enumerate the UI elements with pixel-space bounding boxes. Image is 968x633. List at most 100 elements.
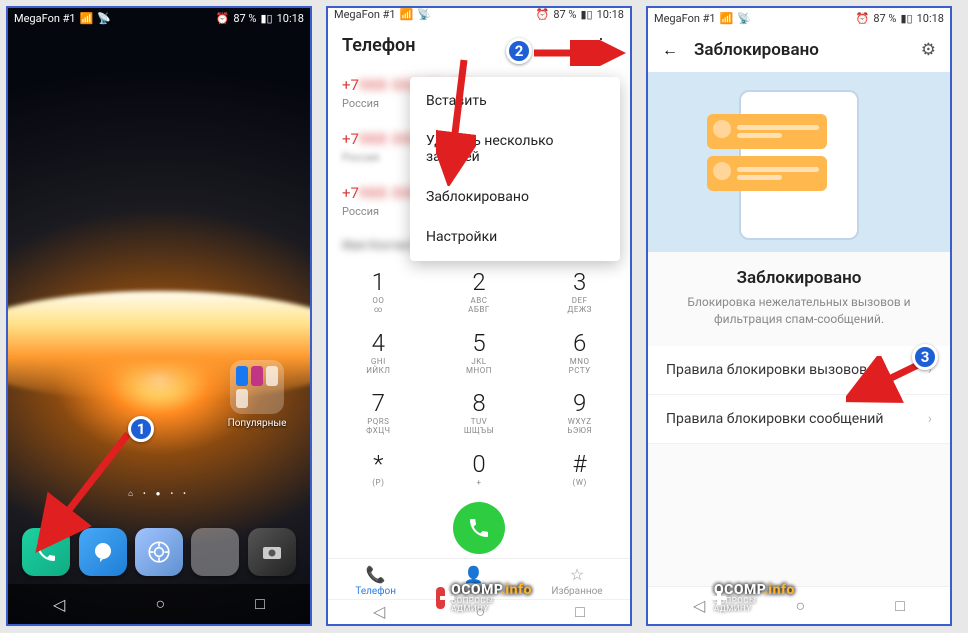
blocked-title: Заблокировано <box>694 40 905 60</box>
key-subtext: GHI ИЙКЛ <box>328 358 429 376</box>
dial-key-9[interactable]: 9WXYZ ЬЭЮЯ <box>529 383 630 444</box>
key-number: 7 <box>328 389 429 417</box>
nav-recent[interactable]: □ <box>255 594 265 614</box>
browser-app-icon[interactable] <box>135 528 183 576</box>
folder-label: Популярные <box>226 418 288 429</box>
wifi-icon: 📡 <box>737 12 751 25</box>
call-prefix: +7 <box>342 184 359 202</box>
call-prefix: +7 <box>342 76 359 94</box>
call-location: Россия <box>342 205 379 218</box>
key-number: 8 <box>429 389 530 417</box>
wifi-icon: 📡 <box>97 12 111 25</box>
step-badge-1: 1 <box>128 416 154 442</box>
google-folder-icon[interactable] <box>191 528 239 576</box>
clock-label: 10:18 <box>597 8 624 21</box>
menu-item-delete[interactable]: Удалить несколько записей <box>410 121 620 177</box>
dial-key-*[interactable]: *(P) <box>328 444 429 496</box>
home-wallpaper: MegaFon #1 📶 📡 ⏰ 87 % ▮▯ 10:18 Популярны… <box>8 8 310 624</box>
nav-back[interactable]: ◁ <box>693 596 705 615</box>
screen-blocked: MegaFon #1 📶 📡 ⏰ 87 % ▮▯ 10:18 ← Заблоки… <box>646 6 952 626</box>
rule-label: Правила блокировки сообщений <box>666 411 883 427</box>
tab-phone[interactable]: 📞 Телефон <box>355 565 396 597</box>
overflow-menu-icon[interactable]: ⋮ <box>586 31 616 60</box>
dial-key-3[interactable]: 3DEF ДЕЖЗ <box>529 262 630 323</box>
screen-dialer: MegaFon #1 📶 📡 ⏰ 87 % ▮▯ 10:18 Телефон ⋮… <box>326 6 632 626</box>
dial-key-8[interactable]: 8TUV ШЩЪЫ <box>429 383 530 444</box>
signal-icon: 📶 <box>400 8 414 21</box>
nav-home[interactable]: ○ <box>155 594 165 614</box>
nav-recent[interactable]: □ <box>895 596 905 616</box>
key-subtext: DEF ДЕЖЗ <box>529 297 630 315</box>
dial-key-1[interactable]: 1ОО ∞ <box>328 262 429 323</box>
page-indicator: ⌂ • ● • • <box>8 489 310 498</box>
messages-app-icon[interactable] <box>79 528 127 576</box>
rule-label: Правила блокировки вызовов <box>666 362 867 378</box>
carrier-label: MegaFon #1 <box>14 12 76 25</box>
alarm-icon: ⏰ <box>856 12 870 25</box>
back-icon[interactable]: ← <box>662 40 678 60</box>
key-number: 1 <box>328 268 429 296</box>
tab-label: Избранное <box>551 586 602 597</box>
carrier-label: MegaFon #1 <box>334 8 396 21</box>
phone-app-icon[interactable] <box>22 528 70 576</box>
status-bar: MegaFon #1 📶 📡 ⏰ 87 % ▮▯ 10:18 <box>648 8 950 28</box>
tab-contacts[interactable]: 👤 Контакты <box>451 565 497 597</box>
dial-key-7[interactable]: 7PQRS ФХЦЧ <box>328 383 429 444</box>
nav-bar: ◁ ○ □ <box>8 584 310 624</box>
dial-key-2[interactable]: 2ABC АБВГ <box>429 262 530 323</box>
folder-popular[interactable]: Популярные <box>226 360 288 429</box>
nav-home[interactable]: ○ <box>475 602 485 622</box>
tab-favorites[interactable]: ☆Избранное <box>551 565 602 597</box>
nav-back[interactable]: ◁ <box>53 595 65 614</box>
rule-call-blocking[interactable]: Правила блокировки вызовов › <box>648 346 950 395</box>
call-location: Россия <box>342 97 379 110</box>
camera-app-icon[interactable] <box>248 528 296 576</box>
key-number: 0 <box>429 450 530 478</box>
blocked-heading: Заблокировано <box>648 252 950 294</box>
carrier-label: MegaFon #1 <box>654 12 716 25</box>
dock <box>8 528 310 576</box>
contacts-tab-icon: 👤 <box>451 565 497 584</box>
gear-icon[interactable]: ⚙ <box>921 40 936 60</box>
menu-item-settings[interactable]: Настройки <box>410 217 620 257</box>
nav-bar: ◁ ○ □ <box>648 586 950 624</box>
key-subtext: WXYZ ЬЭЮЯ <box>529 418 630 436</box>
tab-label: Телефон <box>355 586 396 597</box>
key-subtext: TUV ШЩЪЫ <box>429 418 530 436</box>
key-number: 2 <box>429 268 530 296</box>
key-subtext: + <box>429 479 530 488</box>
phone-tab-icon: 📞 <box>355 565 396 584</box>
key-number: 3 <box>529 268 630 296</box>
key-subtext: (W) <box>529 479 630 488</box>
dial-key-5[interactable]: 5JKL МНОП <box>429 323 530 384</box>
step-badge-3: 3 <box>912 344 938 370</box>
key-number: 4 <box>328 329 429 357</box>
clock-label: 10:18 <box>917 12 944 25</box>
nav-home[interactable]: ○ <box>795 596 805 616</box>
dial-key-6[interactable]: 6MNO РСТУ <box>529 323 630 384</box>
nav-recent[interactable]: □ <box>575 602 585 622</box>
battery-label: 87 % <box>553 8 576 21</box>
menu-item-paste[interactable]: Вставить <box>410 81 620 121</box>
battery-icon: ▮▯ <box>900 12 912 25</box>
key-subtext: MNO РСТУ <box>529 358 630 376</box>
dial-key-0[interactable]: 0+ <box>429 444 530 496</box>
call-prefix: +7 <box>342 130 359 148</box>
key-subtext: JKL МНОП <box>429 358 530 376</box>
clock-label: 10:18 <box>277 12 304 25</box>
overflow-menu: Вставить Удалить несколько записей Забло… <box>410 77 620 261</box>
key-number: 6 <box>529 329 630 357</box>
menu-item-blocked[interactable]: Заблокировано <box>410 177 620 217</box>
key-number: 9 <box>529 389 630 417</box>
screen-home: MegaFon #1 📶 📡 ⏰ 87 % ▮▯ 10:18 Популярны… <box>6 6 312 626</box>
battery-icon: ▮▯ <box>260 12 272 25</box>
nav-back[interactable]: ◁ <box>373 602 385 621</box>
dial-key-4[interactable]: 4GHI ИЙКЛ <box>328 323 429 384</box>
key-number: 5 <box>429 329 530 357</box>
dial-key-#[interactable]: #(W) <box>529 444 630 496</box>
blocked-subtitle: Блокировка нежелательных вызовов и фильт… <box>648 294 950 346</box>
rule-message-blocking[interactable]: Правила блокировки сообщений › <box>648 395 950 444</box>
tab-label: Контакты <box>451 586 497 597</box>
call-button[interactable] <box>453 502 505 554</box>
dial-keypad: 1ОО ∞2ABC АБВГ3DEF ДЕЖЗ 4GHI ИЙКЛ5JKL МНО… <box>328 262 630 496</box>
